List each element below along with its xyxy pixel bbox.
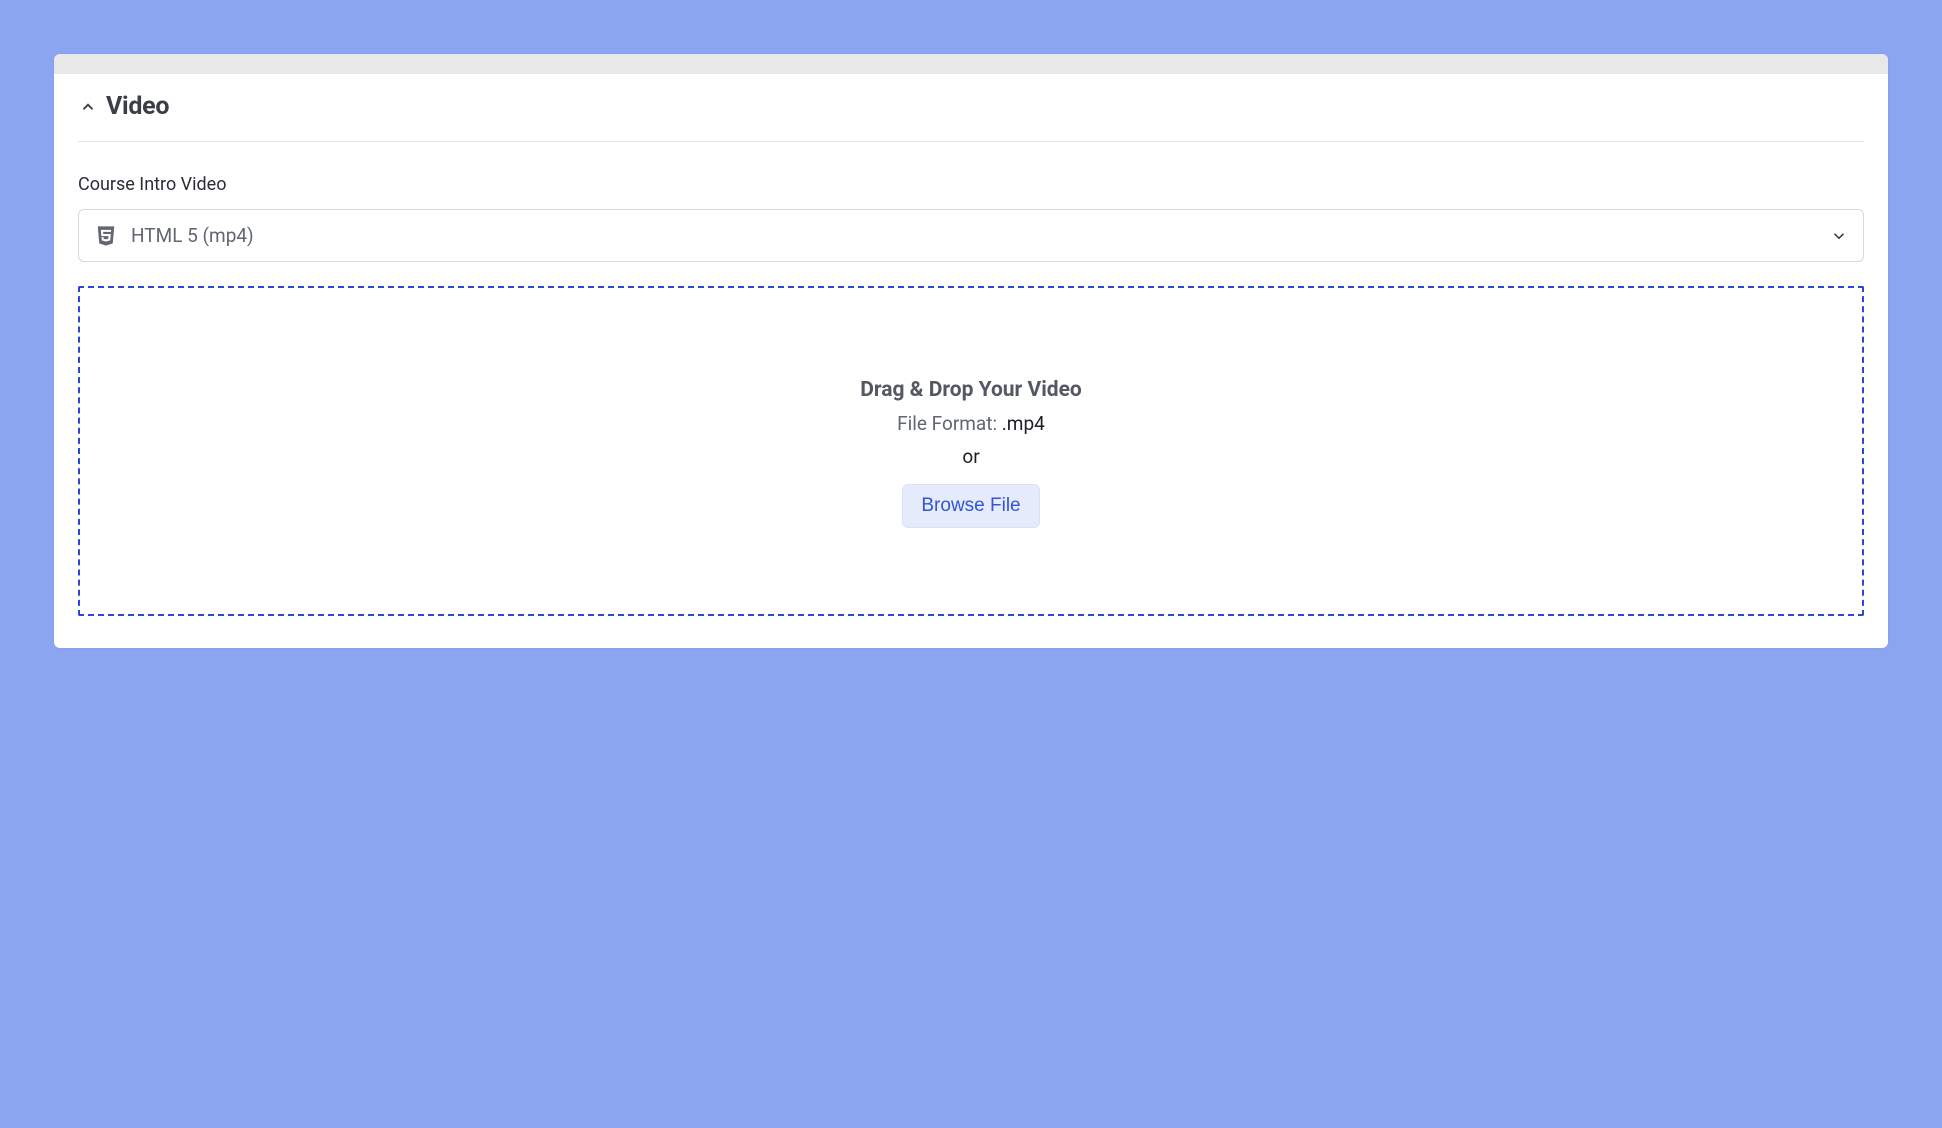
dropzone-format: File Format: .mp4: [897, 412, 1045, 435]
video-section-header[interactable]: Video: [78, 92, 1864, 142]
dropzone-title: Drag & Drop Your Video: [860, 378, 1082, 402]
chevron-up-icon: [78, 97, 98, 117]
section-title: Video: [106, 92, 169, 121]
video-type-select-wrapper: HTML 5 (mp4): [78, 209, 1864, 262]
video-type-value: HTML 5 (mp4): [131, 224, 254, 247]
video-card: Video Course Intro Video HTML 5 (mp4) Dr…: [54, 54, 1888, 648]
dropzone-format-ext: .mp4: [1002, 412, 1045, 435]
dropzone-format-prefix: File Format:: [897, 412, 1002, 435]
dropzone-or: or: [962, 445, 979, 468]
browse-file-button[interactable]: Browse File: [902, 484, 1039, 528]
video-dropzone[interactable]: Drag & Drop Your Video File Format: .mp4…: [78, 286, 1864, 616]
html5-icon: [95, 225, 117, 247]
video-type-select[interactable]: HTML 5 (mp4): [78, 209, 1864, 262]
course-intro-video-label: Course Intro Video: [78, 174, 1864, 195]
card-body: Video Course Intro Video HTML 5 (mp4) Dr…: [54, 74, 1888, 648]
card-accent-bar: [54, 54, 1888, 74]
